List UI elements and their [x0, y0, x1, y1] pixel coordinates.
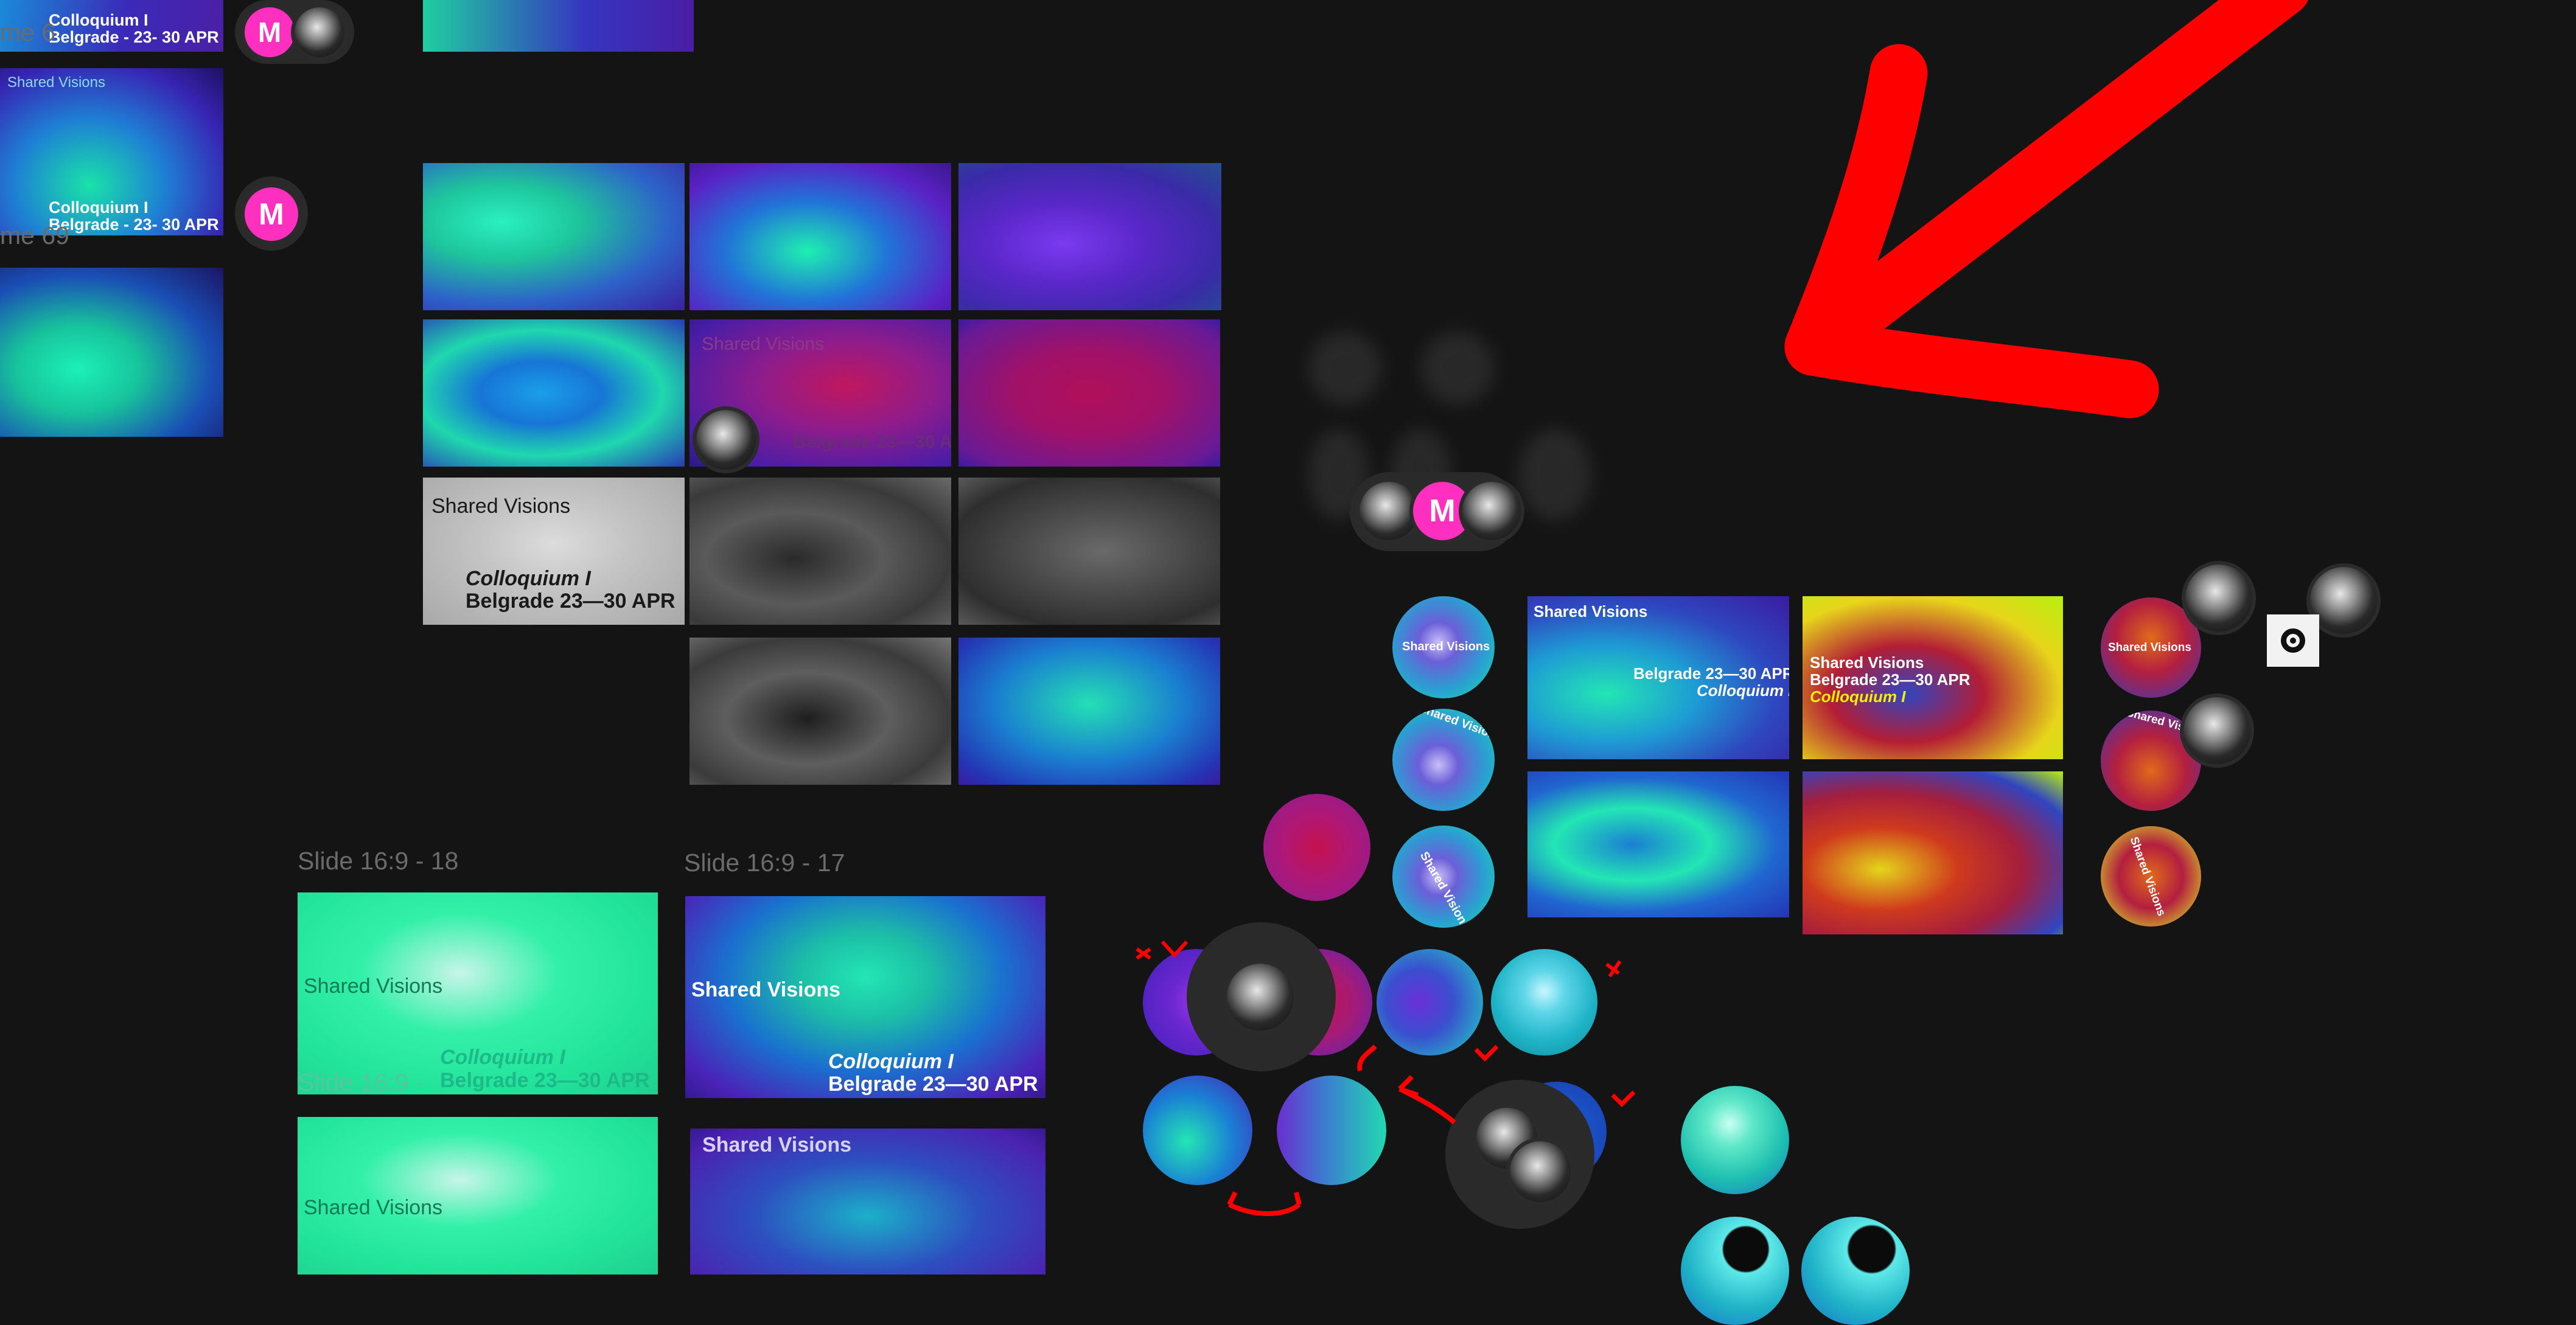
orb-eye-left[interactable]: [1681, 1217, 1789, 1325]
avatar[interactable]: M: [241, 184, 302, 245]
frame-subtitle: Belgrade 23—30 APR: [1633, 664, 1789, 683]
orb-label: Shared Visions: [1402, 640, 1490, 653]
frame-brand: Shared Visions: [304, 1196, 443, 1219]
orb-label: Shared Visions: [1417, 849, 1473, 928]
frame-label: me 69: [0, 221, 69, 249]
frame-grid-1-1[interactable]: [423, 163, 685, 310]
frame-grid-3-3[interactable]: [958, 478, 1220, 625]
frame-brand: Shared Visions: [1810, 653, 1924, 672]
frame-grid-2-3[interactable]: [958, 319, 1220, 467]
frame-blue-green-card-2[interactable]: [1527, 771, 1789, 917]
orb-label: Shared Visions: [1417, 709, 1495, 745]
orb-badge[interactable]: Shared Visions: [1392, 709, 1495, 811]
frame-brand: Shared Visions: [7, 74, 105, 91]
frame-slide-17[interactable]: Shared Visions Colloquium I Belgrade 23—…: [685, 896, 1045, 1098]
frame-title: Colloquium I: [466, 567, 591, 590]
avatar[interactable]: [693, 406, 759, 473]
frame-brand: Shared Visions: [691, 978, 841, 1001]
orb-badge[interactable]: Shared Visions: [1392, 826, 1495, 928]
target-icon[interactable]: [2267, 614, 2319, 667]
red-arrow-annotation: [1784, 0, 2308, 419]
frame-brand: Shared Visions: [304, 975, 443, 998]
orb-label: Shared Visions: [2127, 835, 2168, 918]
frame-title: Colloquium I: [828, 1050, 954, 1073]
frame-grid-2-1[interactable]: [423, 319, 685, 467]
frame-brand: Shared Visions: [702, 1133, 852, 1156]
orb-teal-glossy[interactable]: [1681, 1086, 1789, 1194]
frame-label-slide-17: Slide 16:9 - 17: [684, 849, 845, 877]
frame-grid-3-2[interactable]: [689, 478, 951, 625]
frame-brand: Shared Visions: [702, 334, 825, 354]
frame-blue-green-card[interactable]: Shared Visions Belgrade 23—30 APR Colloq…: [1527, 596, 1789, 759]
frame-title: Colloquium I: [49, 198, 148, 217]
frame-title: Colloquium I: [49, 11, 148, 29]
avatar[interactable]: M: [241, 4, 298, 61]
frame-title: Colloquium I: [1697, 681, 1789, 700]
avatar[interactable]: [291, 4, 348, 61]
frame-subtitle: Belgrade 23—30 APR: [440, 1069, 650, 1092]
frame-grid-4-3[interactable]: [958, 638, 1220, 785]
faded-shape: [1308, 332, 1381, 405]
frame-aurora-green[interactable]: [0, 268, 223, 437]
orb-badge[interactable]: Shared Visions: [1392, 596, 1495, 698]
frame-subtitle: Belgrade - 23- 30 APR: [49, 28, 219, 46]
frame-title: Colloquium I: [1810, 687, 1906, 706]
red-scribble-annotation: [1136, 940, 1636, 1216]
frame-label: Slide 16:9 -: [298, 1068, 424, 1096]
frame-title: Colloquium I: [440, 1046, 565, 1069]
frame-grid-3-1-gray[interactable]: Shared Visions Colloquium I Belgrade 23—…: [423, 478, 685, 625]
avatar[interactable]: [2180, 694, 2254, 768]
frame-grid-4-2[interactable]: [689, 638, 951, 785]
faded-shape: [1518, 429, 1591, 520]
orb-label: Shared Visions: [2108, 641, 2191, 654]
frame-grid-1-3[interactable]: [958, 163, 1221, 310]
frame-label-slide-18: Slide 16:9 - 18: [298, 847, 459, 875]
avatar[interactable]: [2182, 561, 2256, 635]
frame-line: Belgrade 23—30 APR: [1810, 670, 1970, 689]
frame-slide-18-copy[interactable]: Shared Visions: [298, 1117, 658, 1275]
frame-slide-18[interactable]: Shared Visions Colloquium I Belgrade 23—…: [298, 892, 658, 1094]
frame-gradient-strip[interactable]: [423, 0, 694, 52]
frame-subtitle: Belgrade - 23- 30 APR: [49, 215, 219, 234]
orb-pink[interactable]: [1263, 794, 1370, 901]
orb-eye-right[interactable]: [1801, 1217, 1910, 1325]
frame-label: me 6: [0, 18, 56, 46]
frame-shared-visions-aurora[interactable]: Shared Visions Colloquium I Belgrade - 2…: [0, 68, 223, 235]
frame-yellow-card-2[interactable]: [1803, 771, 2063, 934]
frame-brand: Shared Visions: [1534, 602, 1648, 621]
orb-badge-warm[interactable]: Shared Visions: [2101, 826, 2201, 927]
frame-subtitle: Belgrade 23—30 APR: [793, 432, 951, 452]
avatar[interactable]: [1459, 478, 1524, 544]
frame-subtitle: Belgrade 23—30 APR: [466, 589, 675, 613]
faded-shape: [1421, 332, 1494, 405]
frame-brand: Shared Visions: [431, 495, 571, 518]
frame-grid-1-2[interactable]: [689, 163, 951, 310]
frame-subtitle: Belgrade 23—30 APR: [828, 1073, 1038, 1096]
frame-slide-17-copy[interactable]: Shared Visions: [690, 1129, 1045, 1275]
frame-yellow-card[interactable]: Shared Visions Belgrade 23—30 APR Colloq…: [1803, 596, 2063, 759]
